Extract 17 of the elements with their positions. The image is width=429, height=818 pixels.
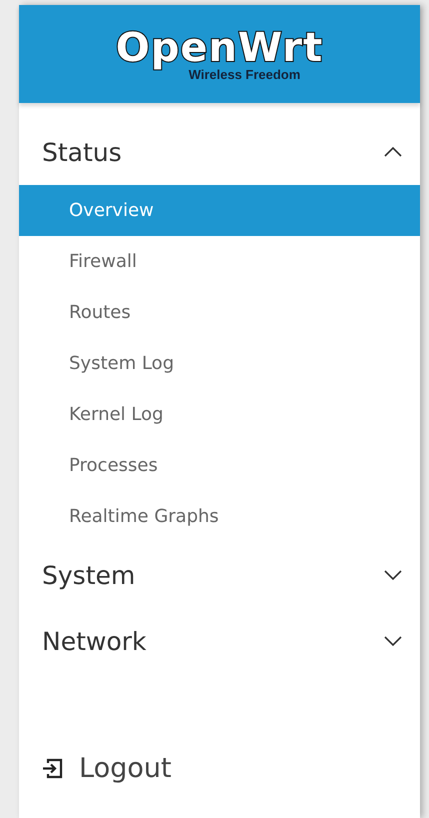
menu-section[interactable]: Status <box>19 119 420 185</box>
logo-title: OpenWrt <box>116 28 324 68</box>
menu-section[interactable]: Network <box>19 608 420 674</box>
chevron-up-icon <box>384 147 402 157</box>
menu-item[interactable]: Routes <box>19 287 420 338</box>
menu-item[interactable]: System Log <box>19 338 420 389</box>
chevron-down-icon <box>384 636 402 646</box>
menu-item[interactable]: Overview <box>19 185 420 236</box>
logo-subtitle: Wireless Freedom <box>188 68 300 80</box>
menu-item[interactable]: Realtime Graphs <box>19 491 420 542</box>
menu-item[interactable]: Processes <box>19 440 420 491</box>
logout-link[interactable]: Logout <box>79 752 172 784</box>
menu-item[interactable]: Firewall <box>19 236 420 287</box>
logout-icon <box>42 758 63 778</box>
menu-section[interactable]: System <box>19 542 420 608</box>
chevron-down-icon <box>384 570 402 580</box>
menu-item[interactable]: Kernel Log <box>19 389 420 440</box>
